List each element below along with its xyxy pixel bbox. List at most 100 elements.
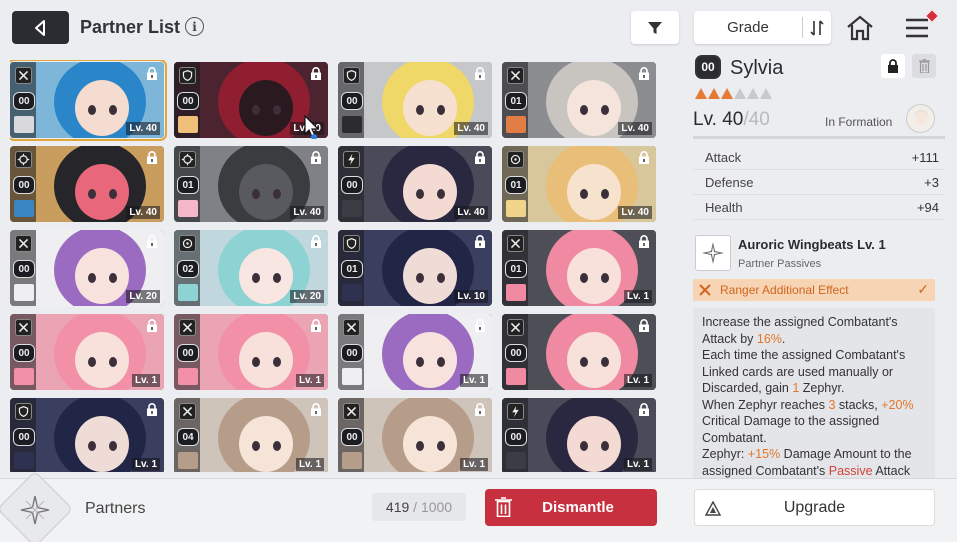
partner-card[interactable]: 01 Lv. 40	[174, 146, 328, 222]
overload-badge: 04	[177, 428, 199, 446]
formation-combatant-avatar[interactable]	[906, 104, 935, 133]
page-title: Partner List	[80, 17, 181, 37]
partner-card[interactable]: 00 Lv. 1	[10, 314, 164, 390]
grade-star-icon	[721, 88, 733, 99]
partner-level: Lv. 1	[295, 458, 324, 471]
partner-card[interactable]: 04 Lv. 1	[174, 398, 328, 472]
partner-card[interactable]: 00 Lv. 40	[10, 60, 167, 141]
lock-toggle-button[interactable]	[881, 54, 905, 78]
sort-order-icon[interactable]	[802, 17, 831, 38]
partner-level: Lv. 40	[126, 206, 160, 219]
partner-count-max: 1000	[420, 499, 453, 515]
combatant-portrait	[506, 368, 526, 385]
class-bolt-icon	[343, 151, 360, 168]
grade-sort-dropdown[interactable]: Grade	[694, 11, 831, 44]
combatant-portrait	[178, 368, 198, 385]
partner-card[interactable]: 01 Lv. 10	[338, 230, 492, 306]
combatant-portrait	[14, 200, 34, 217]
level-display: Lv. 40/40	[693, 109, 770, 131]
desc-text: .	[781, 331, 786, 346]
upgrade-button[interactable]: Upgrade	[694, 489, 935, 526]
lock-icon	[311, 403, 321, 416]
lock-icon	[639, 235, 649, 248]
stat-row: Health +94	[693, 196, 945, 220]
overload-badge: 01	[505, 92, 527, 110]
info-icon[interactable]: i	[185, 17, 204, 36]
partner-level: Lv. 20	[290, 290, 324, 303]
partner-card[interactable]: 00 Lv. 1	[338, 398, 492, 472]
partner-card[interactable]: 01 Lv. 1	[502, 230, 656, 306]
combatant-portrait	[178, 200, 198, 217]
back-button[interactable]	[12, 11, 69, 44]
partner-card[interactable]: 01 Lv. 40	[502, 62, 656, 138]
partner-level: Lv. 40	[126, 122, 160, 135]
stat-name: Health	[705, 200, 743, 215]
overload-badge: 00	[13, 92, 35, 110]
class-sword-icon	[15, 319, 32, 336]
dismantle-button[interactable]: Dismantle	[485, 489, 657, 526]
combatant-portrait	[14, 452, 34, 469]
overload-badge: 00	[13, 428, 35, 446]
bottom-bar: Partners 419 / 1000 Dismantle Upgrade	[0, 470, 957, 542]
discard-button[interactable]	[912, 54, 936, 78]
overload-badge: 00	[177, 344, 199, 362]
partner-card[interactable]: 00 Lv. 40	[338, 62, 492, 138]
combatant-portrait	[506, 284, 526, 301]
trash-icon	[918, 59, 930, 73]
grade-star-icon	[747, 88, 759, 99]
overload-badge: 00	[13, 260, 35, 278]
partner-level: Lv. 40	[290, 206, 324, 219]
partner-count-current: 419	[385, 499, 410, 515]
upgrade-label: Upgrade	[783, 499, 846, 516]
partner-card[interactable]: 00 Lv. 1	[174, 314, 328, 390]
combatant-portrait	[178, 284, 198, 301]
partner-card[interactable]: 00 Lv. 20	[10, 230, 164, 306]
class-target-icon	[179, 151, 196, 168]
lock-icon	[147, 151, 157, 164]
partner-level: Lv. 40	[618, 206, 652, 219]
filter-icon	[648, 21, 662, 34]
overload-badge: 00	[505, 344, 527, 362]
checkmark-icon: ✓	[917, 281, 929, 297]
menu-button[interactable]	[903, 8, 940, 43]
class-shield-icon	[15, 403, 32, 420]
partner-level: Lv. 20	[126, 290, 160, 303]
overload-badge: 00	[177, 92, 199, 110]
passive-description: Increase the assigned Combatant's Attack…	[693, 308, 935, 478]
grade-star-icon	[760, 88, 772, 99]
partner-card[interactable]: 00 Lv. 1	[502, 314, 656, 390]
stat-name: Defense	[705, 175, 754, 190]
partner-card[interactable]: 00 Lv. 40	[338, 146, 492, 222]
grade-star-icon	[695, 88, 707, 99]
partner-card[interactable]: 02 Lv. 20	[174, 230, 328, 306]
dismantle-label: Dismantle	[542, 499, 614, 516]
partner-level: Lv. 40	[618, 122, 652, 135]
class-sword-icon	[179, 319, 196, 336]
combatant-portrait	[506, 200, 526, 217]
passive-skill-icon[interactable]	[695, 235, 731, 271]
overload-badge: 02	[177, 260, 199, 278]
lock-icon	[475, 67, 485, 80]
mouse-cursor-icon	[304, 115, 320, 139]
desc-keyword: Passive	[828, 463, 873, 478]
partner-card[interactable]: 01 Lv. 40	[502, 146, 656, 222]
partner-level: Lv. 1	[295, 374, 324, 387]
lock-icon	[311, 319, 321, 332]
partner-card[interactable]: 00 Lv. 1	[10, 398, 164, 472]
partner-card[interactable]: 00 Lv. 1	[338, 314, 492, 390]
class-target-icon	[15, 151, 32, 168]
partner-level: Lv. 1	[459, 374, 488, 387]
grade-star-icon	[734, 88, 746, 99]
max-level: /40	[743, 109, 770, 130]
partner-card[interactable]: 00 Lv. 40	[10, 146, 164, 222]
partner-count: 419 / 1000	[372, 493, 466, 521]
home-icon[interactable]	[845, 13, 875, 43]
partner-level: Lv. 1	[459, 458, 488, 471]
overload-badge: 00	[505, 428, 527, 446]
partner-card[interactable]: 00 Lv. 1	[502, 398, 656, 472]
lock-icon	[475, 319, 485, 332]
filter-button[interactable]	[631, 11, 679, 44]
partner-level: Lv. 40	[454, 206, 488, 219]
partners-label: Partners	[85, 500, 146, 517]
lock-icon	[147, 67, 157, 80]
